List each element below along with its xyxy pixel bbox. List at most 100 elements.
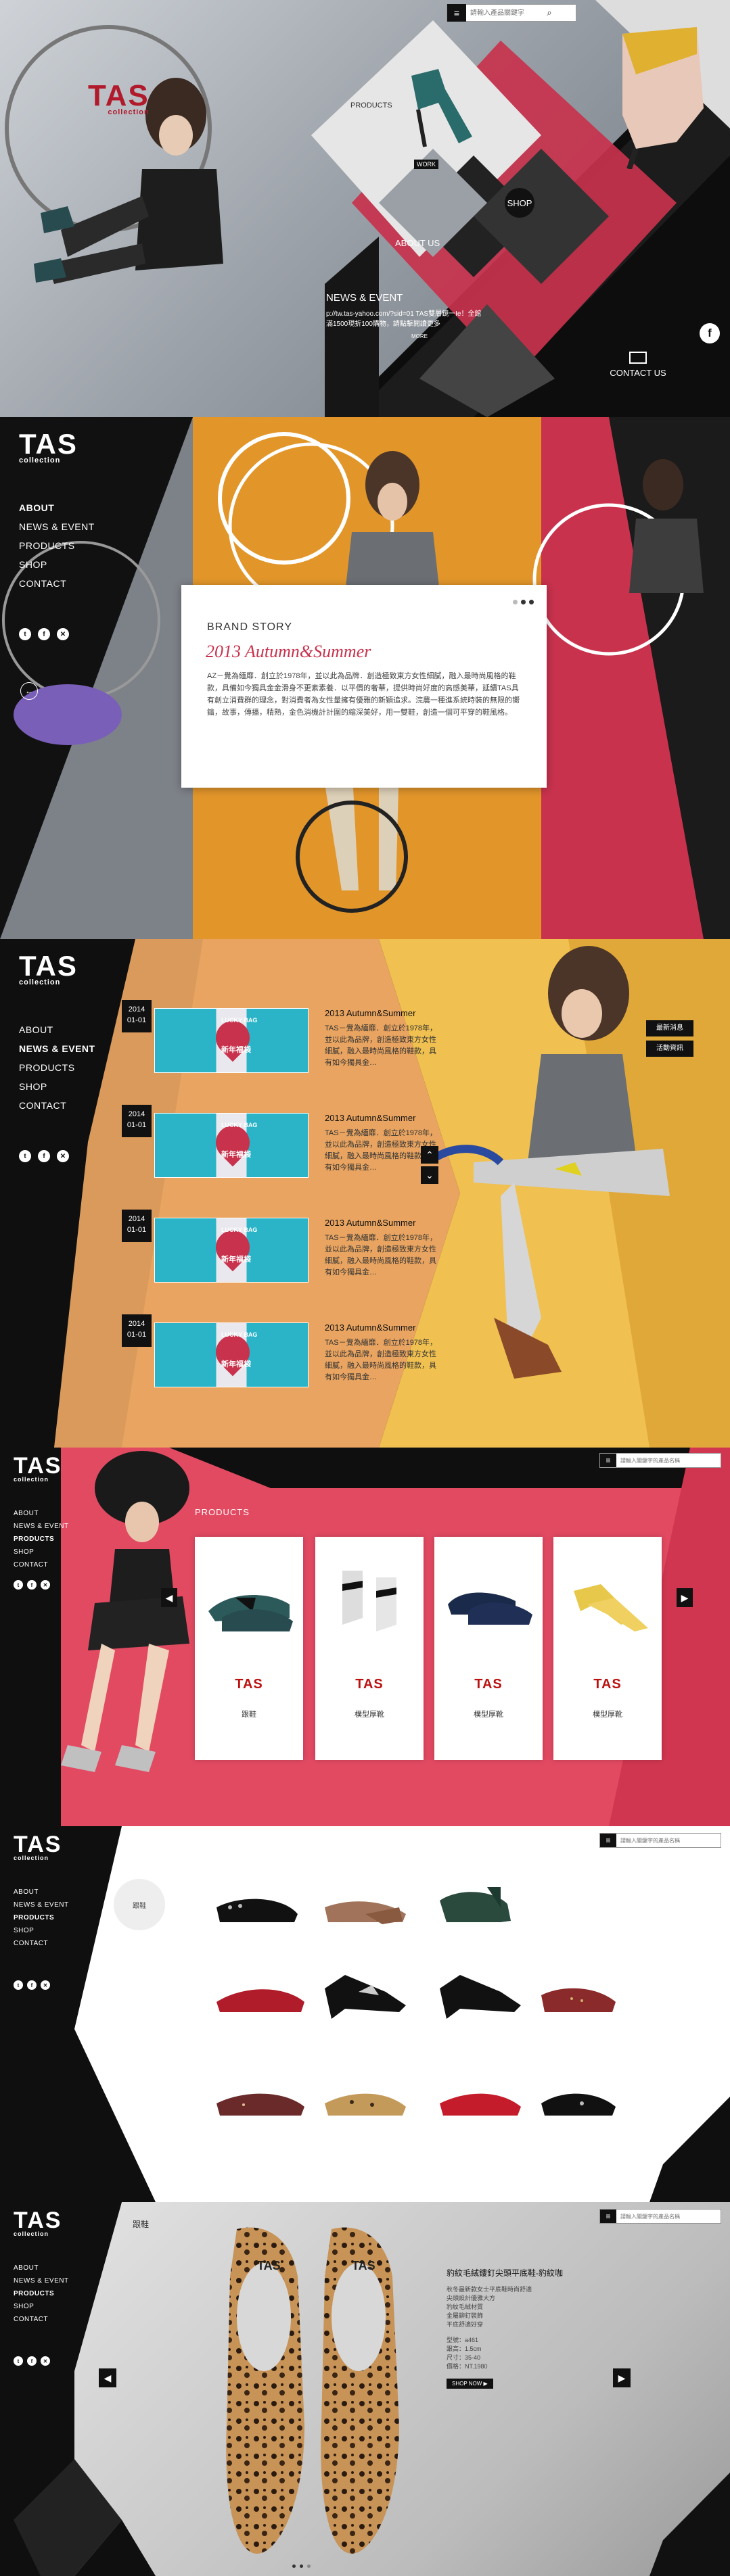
- product-card[interactable]: TAS 跟鞋: [195, 1537, 303, 1760]
- search-input[interactable]: [616, 1454, 704, 1467]
- news-event-title: NEWS & EVENT: [326, 292, 403, 304]
- search-icon[interactable]: ⌕: [541, 7, 558, 18]
- carousel-next-button[interactable]: ▶: [677, 1588, 693, 1607]
- search-input[interactable]: [616, 2210, 704, 2223]
- nav-news[interactable]: NEWS & EVENT: [14, 1899, 69, 1911]
- menu-icon[interactable]: ≡: [600, 2210, 616, 2223]
- nav-products[interactable]: PRODUCTS: [14, 1533, 69, 1546]
- products-logo[interactable]: TAS collection: [14, 1454, 62, 1483]
- menu-icon[interactable]: ≡: [600, 1454, 616, 1467]
- nav-about[interactable]: ABOUT: [19, 1020, 95, 1039]
- nav-contact[interactable]: CONTACT: [14, 1558, 69, 1571]
- tab-latest-news[interactable]: 最新消息: [646, 1020, 693, 1036]
- product-desc-3: 豹紋毛絨材質: [447, 2304, 484, 2310]
- nav-contact[interactable]: CONTACT: [19, 1096, 95, 1115]
- share-icon[interactable]: ✕: [57, 628, 69, 640]
- detail-slide-dots: [292, 2565, 311, 2568]
- product-card[interactable]: TAS 樸型厚靴: [434, 1537, 543, 1760]
- news-more-link[interactable]: MORE: [411, 333, 493, 339]
- slide-dot[interactable]: [529, 600, 534, 604]
- nav-about[interactable]: ABOUT: [14, 1507, 69, 1520]
- nav-news[interactable]: NEWS & EVENT: [19, 1039, 95, 1058]
- nav-contact[interactable]: CONTACT: [19, 574, 95, 593]
- news-logo[interactable]: TAS collection: [19, 952, 78, 987]
- nav-contact[interactable]: CONTACT: [14, 2313, 69, 2326]
- menu-icon[interactable]: ≡: [600, 1834, 616, 1847]
- product-desc-5: 平底舒適好穿: [447, 2321, 484, 2328]
- search-input[interactable]: [466, 5, 541, 21]
- slide-prev-button[interactable]: ←: [20, 682, 38, 700]
- nav-shop[interactable]: SHOP: [19, 555, 95, 574]
- twitter-icon[interactable]: t: [19, 628, 31, 640]
- product-card[interactable]: TAS 樸型厚靴: [553, 1537, 662, 1760]
- nav-shop[interactable]: SHOP: [14, 1546, 69, 1558]
- news-item[interactable]: 2014 01-01 LUCKY BAG 新年福袋 2013 Autumn&Summ…: [122, 1000, 440, 1074]
- detail-logo[interactable]: TAS collection: [14, 2209, 62, 2237]
- share-icon[interactable]: ✕: [41, 2356, 50, 2366]
- shop-tile-label[interactable]: SHOP: [505, 188, 534, 218]
- detail-next-button[interactable]: ▶: [613, 2368, 631, 2387]
- facebook-icon[interactable]: f: [38, 628, 50, 640]
- facebook-icon[interactable]: f: [27, 1980, 37, 1990]
- products-tile-label[interactable]: PRODUCTS: [350, 101, 392, 110]
- twitter-icon[interactable]: t: [14, 2356, 23, 2366]
- slide-dot[interactable]: [521, 600, 526, 604]
- nav-news[interactable]: NEWS & EVENT: [14, 2274, 69, 2287]
- twitter-icon[interactable]: t: [14, 1580, 23, 1590]
- nav-news[interactable]: NEWS & EVENT: [14, 1520, 69, 1533]
- slide-dot[interactable]: [300, 2565, 303, 2568]
- category-badge[interactable]: 跟鞋: [114, 1879, 165, 1930]
- work-tile-label[interactable]: WORK: [414, 160, 438, 169]
- nav-news[interactable]: NEWS & EVENT: [19, 517, 95, 536]
- slide-dot[interactable]: [307, 2565, 311, 2568]
- logo-text: TAS: [88, 79, 150, 112]
- nav-about[interactable]: ABOUT: [19, 498, 95, 517]
- facebook-icon[interactable]: f: [38, 1150, 50, 1162]
- nav-products[interactable]: PRODUCTS: [14, 2287, 69, 2300]
- nav-shop[interactable]: SHOP: [14, 2300, 69, 2313]
- nav-products[interactable]: PRODUCTS: [14, 1911, 69, 1924]
- scroll-up-button[interactable]: ⌃: [421, 1146, 438, 1164]
- menu-icon[interactable]: ≡: [447, 4, 466, 22]
- nav-shop[interactable]: SHOP: [19, 1077, 95, 1096]
- nav-about[interactable]: ABOUT: [14, 2262, 69, 2274]
- twitter-icon[interactable]: t: [14, 1980, 23, 1990]
- share-icon[interactable]: ✕: [41, 1580, 50, 1590]
- news-thumbnail: LUCKY BAG 新年福袋: [154, 1322, 309, 1387]
- grid-logo[interactable]: TAS collection: [14, 1833, 62, 1861]
- facebook-icon[interactable]: f: [700, 323, 720, 343]
- nav-about[interactable]: ABOUT: [14, 1886, 69, 1899]
- scroll-down-button[interactable]: ⌄: [421, 1166, 438, 1184]
- contact-us-button[interactable]: CONTACT US: [601, 352, 675, 378]
- nav-contact[interactable]: CONTACT: [14, 1937, 69, 1950]
- news-item[interactable]: 2014 01-01 LUCKY BAG 新年福袋 2013 Autumn&Summ…: [122, 1210, 440, 1284]
- brand-logo[interactable]: TAS collection: [19, 430, 78, 465]
- about-tile-label[interactable]: ABOUT US: [395, 238, 440, 248]
- product-card[interactable]: TAS 樸型厚靴: [315, 1537, 424, 1760]
- nav-products[interactable]: PRODUCTS: [19, 536, 95, 555]
- slide-dot[interactable]: [292, 2565, 296, 2568]
- news-event-box[interactable]: NEWS & EVENT p://tw.tas-yahoo.com/?sid=0…: [323, 292, 493, 362]
- hero-logo[interactable]: TAS collection: [88, 79, 150, 117]
- slide-dot[interactable]: [513, 600, 518, 604]
- facebook-icon[interactable]: f: [27, 2356, 37, 2366]
- news-item[interactable]: 2014 01-01 LUCKY BAG 新年福袋 2013 Autumn&Summ…: [122, 1105, 440, 1179]
- side-nav: ABOUT NEWS & EVENT PRODUCTS SHOP CONTACT: [14, 1886, 69, 1950]
- detail-prev-button[interactable]: ◀: [99, 2368, 116, 2387]
- share-icon[interactable]: ✕: [41, 1980, 50, 1990]
- carousel-prev-button[interactable]: ◀: [161, 1588, 177, 1607]
- nav-products[interactable]: PRODUCTS: [19, 1058, 95, 1077]
- share-icon[interactable]: ✕: [57, 1150, 69, 1162]
- products-search-bar: ≡: [599, 1453, 721, 1468]
- news-date: 2014 01-01: [122, 1314, 152, 1347]
- news-date: 2014 01-01: [122, 1105, 152, 1137]
- news-item[interactable]: 2014 01-01 LUCKY BAG 新年福袋 2013 Autumn&Summ…: [122, 1314, 440, 1389]
- news-title: 2013 Autumn&Summer: [325, 1008, 416, 1018]
- tab-events[interactable]: 活動資訊: [646, 1041, 693, 1057]
- card-label: 樸型厚靴: [355, 1711, 384, 1719]
- shop-now-button[interactable]: SHOP NOW ▶: [447, 2379, 493, 2389]
- twitter-icon[interactable]: t: [19, 1150, 31, 1162]
- facebook-icon[interactable]: f: [27, 1580, 37, 1590]
- search-input[interactable]: [616, 1834, 704, 1847]
- nav-shop[interactable]: SHOP: [14, 1924, 69, 1937]
